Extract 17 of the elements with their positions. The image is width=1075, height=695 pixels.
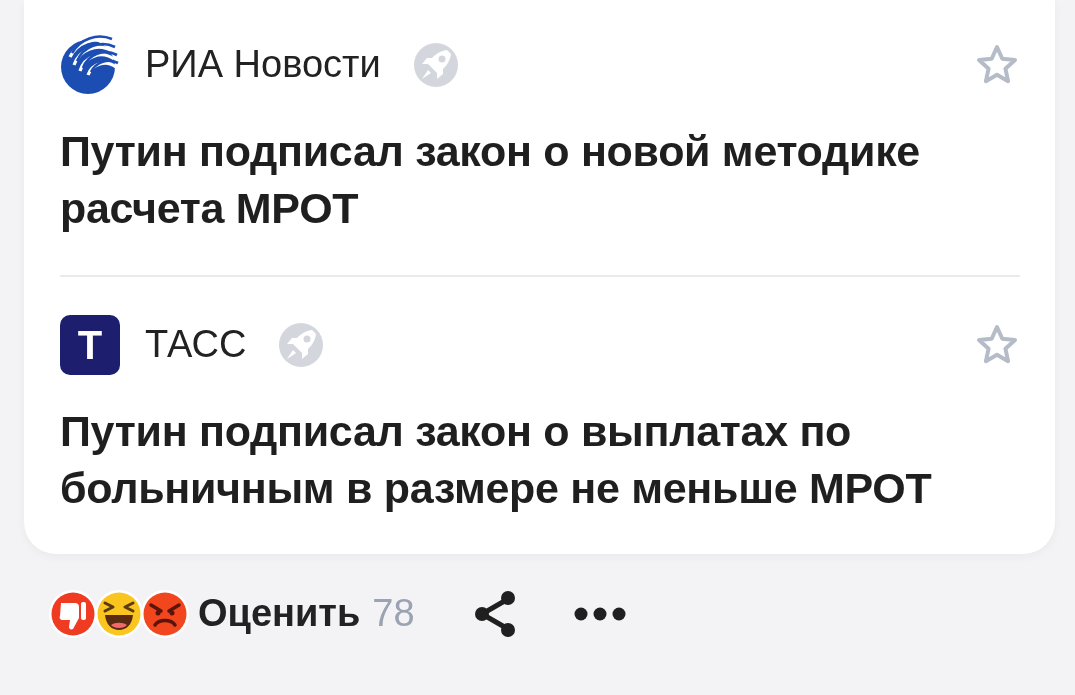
source-name: ТАСС bbox=[145, 324, 247, 366]
angry-face-icon bbox=[140, 589, 190, 639]
reaction-count: 78 bbox=[372, 593, 415, 635]
globe-logo-icon bbox=[60, 35, 120, 95]
more-button[interactable] bbox=[573, 607, 626, 621]
share-icon bbox=[472, 590, 517, 638]
share-button[interactable] bbox=[472, 590, 517, 638]
rocket-icon bbox=[278, 322, 325, 368]
news-headline[interactable]: Путин подписал закон о выплатах по больничным в размере не меньше МРОТ bbox=[60, 403, 1020, 517]
thumbs-down-icon bbox=[48, 589, 98, 639]
laughing-face-icon bbox=[94, 589, 144, 639]
rocket-icon bbox=[412, 42, 459, 88]
more-dots-icon bbox=[573, 607, 626, 621]
news-headline[interactable]: Путин подписал закон о новой методике расчета МРОТ bbox=[60, 123, 1020, 237]
source-name: РИА Новости bbox=[145, 44, 381, 86]
rate-button[interactable]: Оценить bbox=[190, 593, 361, 635]
letter-logo: Т bbox=[60, 315, 120, 375]
